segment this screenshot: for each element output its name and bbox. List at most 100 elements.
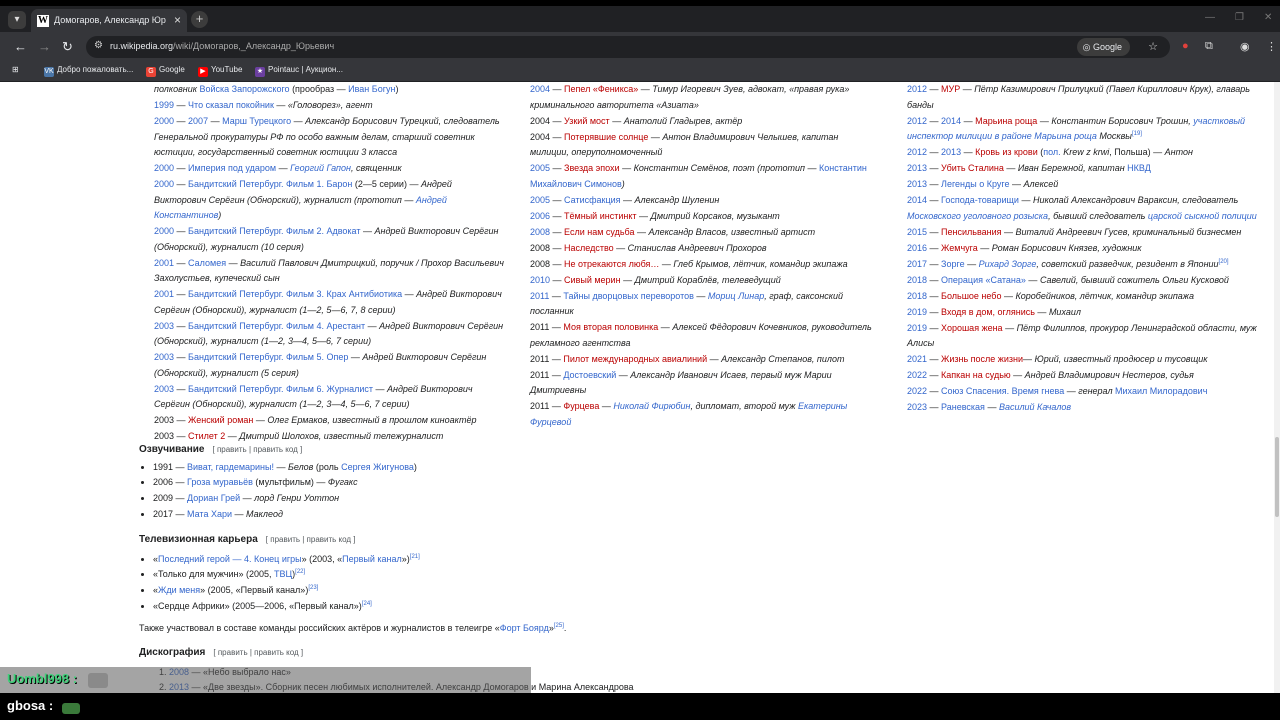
wiki-link[interactable]: Сергея Жигунова	[341, 462, 414, 472]
maximize-icon[interactable]: ❐	[1235, 12, 1244, 23]
back-icon[interactable]: ←	[14, 39, 27, 54]
bookmark-pointauc[interactable]: ★ Pointauc | Аукцион...	[255, 65, 343, 77]
voice-edit-links[interactable]: [ править | править код ]	[213, 445, 303, 454]
wiki-link[interactable]: Бандитский Петербург. Фильм 2. Адвокат	[188, 226, 360, 236]
missing-article-link[interactable]: Капкан на судью	[941, 370, 1011, 380]
wiki-link[interactable]: 2001	[154, 289, 174, 299]
scrollbar-thumb[interactable]	[1275, 437, 1279, 517]
wiki-link[interactable]: Саломея	[188, 258, 226, 268]
missing-article-link[interactable]: Не отрекаются любя…	[564, 259, 659, 269]
bookmark-youtube[interactable]: ▶ YouTube	[198, 65, 242, 77]
tv-edit-links[interactable]: [ править | править код ]	[266, 535, 356, 544]
wiki-link[interactable]: 2006	[530, 211, 550, 221]
missing-article-link[interactable]: Пепел «Феникса»	[564, 84, 638, 94]
wiki-link[interactable]: Георгий Гапон	[290, 163, 351, 173]
wiki-link[interactable]: Гроза муравьёв	[187, 477, 253, 487]
wiki-link[interactable]: Виват, гардемарины!	[187, 462, 274, 472]
reference-link[interactable]: [19]	[1132, 131, 1142, 137]
wiki-link[interactable]: Мата Хари	[187, 509, 232, 519]
wiki-link[interactable]: царской сыскной полиции	[1148, 211, 1257, 221]
wiki-link[interactable]: 2021	[907, 354, 927, 364]
wiki-link[interactable]: Легенды о Круге	[941, 179, 1009, 189]
missing-article-link[interactable]: Женский роман	[188, 415, 253, 425]
missing-article-link[interactable]: Звезда эпохи	[564, 163, 620, 173]
reference-link[interactable]: [24]	[362, 601, 372, 607]
missing-article-link[interactable]: Потерявшие солнце	[564, 132, 648, 142]
wiki-link[interactable]: Бандитский Петербург. Фильм 5. Опер	[188, 352, 348, 362]
wiki-link[interactable]: 2015	[907, 227, 927, 237]
wiki-link[interactable]: Жди меня	[158, 585, 200, 595]
wiki-link[interactable]: Марш Турецкого	[222, 116, 291, 126]
wiki-link[interactable]: 2016	[907, 243, 927, 253]
reload-icon[interactable]: ↻	[62, 39, 73, 55]
wiki-link[interactable]: Бандитский Петербург. Фильм 4. Арестант	[188, 321, 365, 331]
missing-article-link[interactable]: Моя вторая половинка	[563, 322, 658, 332]
wiki-link[interactable]: 2022	[907, 386, 927, 396]
wiki-link[interactable]: Первый канал	[342, 554, 402, 564]
wiki-link[interactable]: 2013	[907, 179, 927, 189]
wiki-link[interactable]: Что сказал покойник	[188, 100, 274, 110]
reference-link[interactable]: [25]	[554, 623, 564, 629]
apps-grid-icon[interactable]: ⊞	[12, 65, 19, 74]
missing-article-link[interactable]: Узкий мост	[564, 116, 610, 126]
wiki-link[interactable]: ТВЦ	[274, 569, 292, 579]
missing-article-link[interactable]: Жемчуга	[941, 243, 978, 253]
reference-link[interactable]: [21]	[410, 554, 420, 560]
menu-kebab-icon[interactable]: ⋮	[1266, 40, 1277, 53]
wiki-link[interactable]: 2018	[907, 275, 927, 285]
new-tab-icon[interactable]: +	[191, 11, 208, 28]
reference-link[interactable]: [20]	[1219, 259, 1229, 265]
wiki-link[interactable]: Тайны дворцовых переворотов	[563, 291, 694, 301]
missing-article-link[interactable]: Хорошая жена	[941, 323, 1003, 333]
wiki-link[interactable]: 1999	[154, 100, 174, 110]
wiki-link[interactable]: 2012	[907, 116, 927, 126]
wiki-link[interactable]: Михаил Милорадович	[1115, 386, 1207, 396]
wiki-link[interactable]: 2000	[154, 226, 174, 236]
bookmark-star-icon[interactable]: ☆	[1148, 40, 1158, 53]
missing-article-link[interactable]: Тёмный инстинкт	[564, 211, 636, 221]
missing-article-link[interactable]: Кровь из крови	[975, 147, 1038, 157]
minimize-icon[interactable]: —	[1205, 12, 1215, 23]
wiki-link[interactable]: Московского уголовного розыска	[907, 211, 1048, 221]
wiki-link[interactable]: 2003	[154, 352, 174, 362]
wiki-link[interactable]: 2023	[907, 402, 927, 412]
reference-link[interactable]: [22]	[295, 569, 305, 575]
missing-article-link[interactable]: Сивый мерин	[564, 275, 621, 285]
extension-icon[interactable]: ●	[1182, 40, 1189, 52]
wiki-link[interactable]: Мориц Линар	[708, 291, 764, 301]
wiki-link[interactable]: пол.	[1043, 147, 1060, 157]
wiki-link[interactable]: 2019	[907, 307, 927, 317]
page-scrollbar[interactable]	[1274, 82, 1280, 693]
wiki-link[interactable]: 2017	[907, 259, 927, 269]
missing-article-link[interactable]: Убить Сталина	[941, 163, 1004, 173]
wiki-link[interactable]: Василий Качалов	[999, 402, 1071, 412]
wiki-link[interactable]: Империя под ударом	[188, 163, 276, 173]
wiki-link[interactable]: 2012	[907, 84, 927, 94]
discography-edit-links[interactable]: [ править | править код ]	[213, 648, 303, 657]
wiki-link[interactable]: 2013	[941, 147, 961, 157]
wiki-link[interactable]: Раневская	[941, 402, 985, 412]
wiki-link[interactable]: 2000	[154, 163, 174, 173]
wiki-link[interactable]: 2007	[188, 116, 208, 126]
wiki-link[interactable]: 2005	[530, 163, 550, 173]
wiki-link[interactable]: Форт Боярд	[500, 623, 549, 633]
wiki-link[interactable]: 2012	[907, 147, 927, 157]
bookmark-google[interactable]: G Google	[146, 65, 185, 77]
wiki-link[interactable]: 2000	[154, 116, 174, 126]
wiki-link[interactable]: 2003	[154, 321, 174, 331]
wiki-link[interactable]: Бандитский Петербург. Фильм 3. Крах Анти…	[188, 289, 402, 299]
wiki-link[interactable]: Бандитский Петербург. Фильм 1. Барон	[188, 179, 352, 189]
reference-link[interactable]: [23]	[308, 585, 318, 591]
wiki-link[interactable]: Иван Богун	[348, 84, 395, 94]
search-engine-chip[interactable]: ◎ Google	[1076, 38, 1130, 56]
missing-article-link[interactable]: Марьина роща	[975, 116, 1037, 126]
wiki-link[interactable]: Господа-товарищи	[941, 195, 1019, 205]
missing-article-link[interactable]: Если нам судьба	[564, 227, 634, 237]
missing-article-link[interactable]: МУР	[941, 84, 960, 94]
active-tab[interactable]: W Домогаров, Александр Юрьев ×	[31, 9, 187, 32]
wiki-link[interactable]: Последний герой — 4. Конец игры	[158, 554, 302, 564]
missing-article-link[interactable]: Пилот международных авиалиний	[563, 354, 707, 364]
missing-article-link[interactable]: Жизнь после жизни	[941, 354, 1023, 364]
missing-article-link[interactable]: Большое небо	[941, 291, 1001, 301]
missing-article-link[interactable]: Пенсильвания	[941, 227, 1001, 237]
